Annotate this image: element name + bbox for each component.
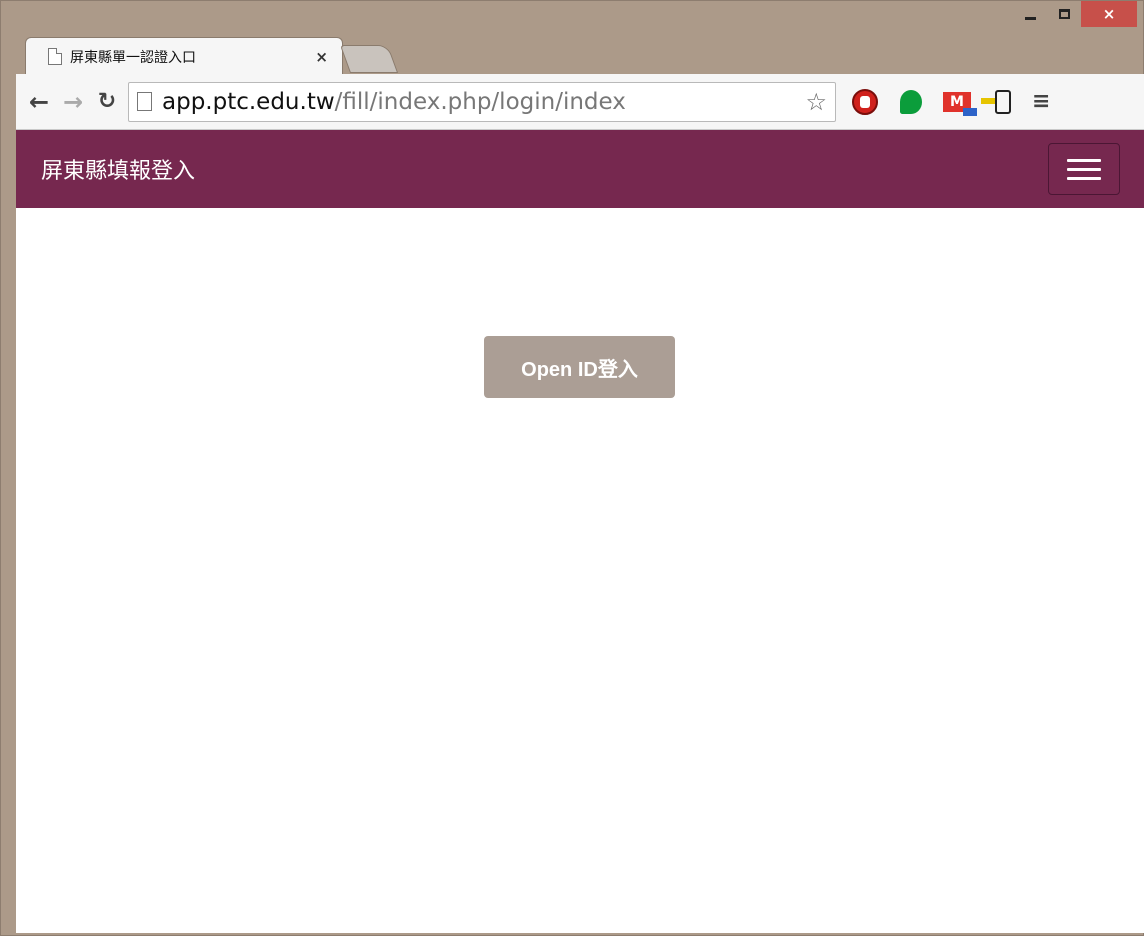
address-bar[interactable]: app.ptc.edu.tw/fill/index.php/login/inde… [128, 81, 836, 122]
window-close-button[interactable]: × [1081, 1, 1137, 27]
navbar-brand[interactable]: 屏東縣填報登入 [41, 153, 195, 185]
hangouts-extension-button[interactable] [894, 85, 928, 119]
page-icon [48, 48, 62, 65]
tab-close-button[interactable]: × [315, 48, 328, 66]
navbar-toggle-button[interactable] [1048, 143, 1120, 195]
arrow-left-icon: ← [28, 87, 50, 116]
send-to-phone-extension-button[interactable] [981, 85, 1020, 119]
forward-button[interactable]: → [56, 85, 90, 119]
browser-toolbar: ← → ↻ app.ptc.edu.tw/fill/index.php/logi… [16, 74, 1144, 130]
maximize-button[interactable] [1047, 1, 1081, 27]
reload-icon: ↻ [97, 89, 117, 114]
hangouts-icon [900, 89, 922, 114]
page-viewport: 屏東縣填報登入 Open ID登入 [16, 130, 1144, 933]
gmail-icon: M [943, 91, 977, 116]
hamburger-icon-bar [1067, 167, 1101, 171]
reload-button[interactable]: ↻ [90, 85, 124, 119]
back-button[interactable]: ← [22, 85, 56, 119]
browser-tab[interactable]: 屏東縣單一認證入口 × [25, 37, 343, 75]
site-navbar: 屏東縣填報登入 [16, 130, 1144, 208]
url-path: /fill/index.php/login/index [334, 88, 626, 115]
arrow-right-icon: → [62, 87, 84, 116]
chrome-menu-icon[interactable]: ≡ [1032, 89, 1050, 114]
phone-icon [981, 89, 1011, 114]
url-host: app.ptc.edu.tw [162, 88, 335, 115]
hamburger-icon-bar [1067, 158, 1101, 162]
adblock-extension-button[interactable] [848, 85, 882, 119]
minimize-icon [1024, 16, 1036, 20]
minimize-button[interactable] [1013, 1, 1047, 27]
window-controls: × [1013, 1, 1137, 27]
page-icon [137, 92, 152, 111]
url-text: app.ptc.edu.tw/fill/index.php/login/inde… [162, 89, 805, 115]
new-tab-button[interactable] [339, 45, 399, 73]
hamburger-icon-bar [1067, 176, 1101, 180]
gmail-extension-button[interactable]: M [940, 85, 977, 119]
browser-window: × 屏東縣單一認證入口 × ← → ↻ app.ptc.edu.tw/fill/… [0, 0, 1144, 936]
openid-login-button[interactable]: Open ID登入 [484, 336, 675, 398]
stop-sign-icon [852, 88, 878, 115]
bookmark-star-icon[interactable]: ☆ [805, 88, 827, 116]
maximize-icon [1058, 9, 1070, 19]
tab-title: 屏東縣單一認證入口 [70, 49, 196, 66]
